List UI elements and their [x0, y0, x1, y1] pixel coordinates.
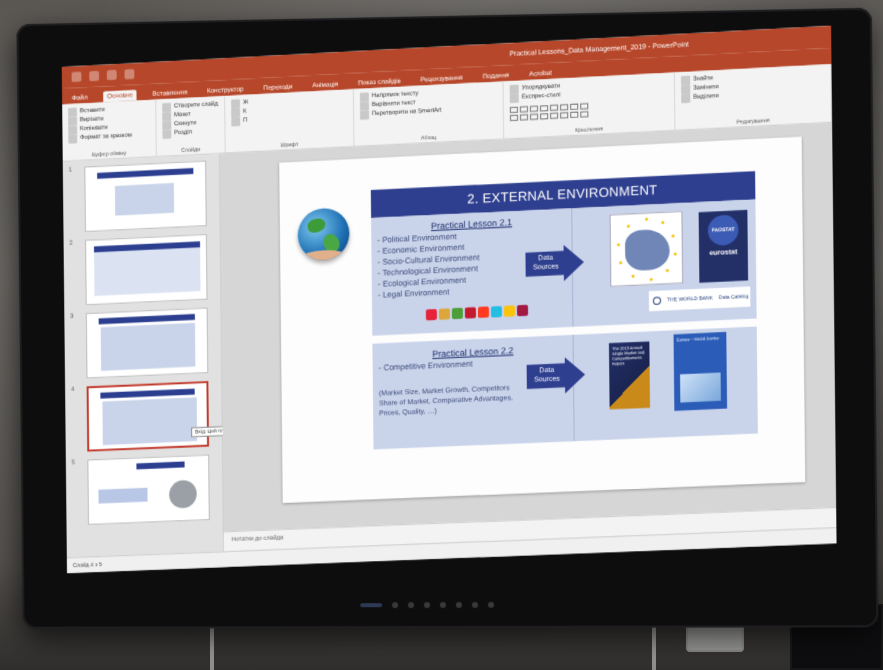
sdg-icon: [516, 304, 529, 317]
tv-screen: Practical Lessons_Data Management_2019 -…: [61, 25, 837, 574]
photo-scene: Practical Lessons_Data Management_2019 -…: [0, 0, 883, 670]
data-sources-arrow: Data Sources: [526, 356, 586, 395]
arrow-label: Data Sources: [532, 254, 559, 272]
ribbon-button-label: Ж: [242, 99, 249, 106]
shapes-gallery[interactable]: [509, 99, 668, 122]
list-item: - Legal Environment: [377, 287, 450, 300]
lesson-title-1: Practical Lesson 2.1: [430, 217, 513, 232]
list-item: - Competitive Environment: [378, 359, 473, 373]
tv-button[interactable]: [487, 601, 495, 608]
worldbank-label: THE WORLD BANK: [667, 295, 713, 304]
thumb-number: 5: [71, 460, 76, 467]
ribbon-button-label: К: [243, 108, 247, 115]
lesson-title-2: Practical Lesson 2.2: [432, 345, 514, 360]
competitive-note: (Market Size, Market Growth, Competitors…: [378, 384, 513, 418]
thumb-block: [102, 397, 198, 446]
ribbon-button-icon: [162, 129, 172, 139]
thumb-number: 3: [70, 313, 74, 320]
ribbon-button[interactable]: Розділ: [162, 127, 218, 139]
sdg-icon: [503, 305, 516, 317]
thumb-number: 2: [69, 240, 73, 247]
ribbon-button-icon: [509, 93, 519, 104]
current-slide[interactable]: 2. EXTERNAL ENVIRONMENT Practical Lesson…: [279, 136, 806, 504]
thumb-title-bar: [136, 461, 185, 470]
report-image: [680, 372, 721, 403]
tv-button[interactable]: [439, 602, 446, 609]
undo-icon[interactable]: [89, 70, 100, 82]
ribbon-group: Ж К П Шрифт: [225, 89, 355, 154]
ribbon-group: Вставити Вирізати Копіювати Формат за зразк…: [62, 99, 157, 162]
ribbon-group: Упорядкувати Експрес-стилі Креслення: [503, 72, 676, 140]
ribbon-button-label: Експрес-стилі: [521, 92, 561, 101]
slide-thumbnail-1[interactable]: [84, 160, 207, 232]
eu-map-image: [609, 211, 684, 287]
thumb-title-bar: [97, 168, 194, 179]
report-cover-2: Europe – Social Justice: [673, 331, 728, 411]
ribbon-button-icon: [68, 134, 78, 144]
eurostat-image: FAOSTAT eurostat: [698, 209, 749, 283]
arrow-label: Data Sources: [533, 366, 560, 384]
tv-button[interactable]: [392, 602, 399, 609]
report-cover-1: The 2019 Annual Single Market and Compet…: [608, 341, 651, 410]
save-icon[interactable]: [71, 71, 82, 83]
thumb-block: [114, 182, 175, 216]
faostat-logo: FAOSTAT: [707, 214, 739, 247]
tv-button[interactable]: [423, 602, 431, 609]
tv-front-panel: [199, 599, 658, 610]
sdg-icon: [425, 308, 437, 321]
slide-thumbnail-4[interactable]: [86, 380, 210, 452]
sdg-icon: [477, 306, 489, 319]
ribbon-group: Створити слайд Макет Скинути Розділ Слайди: [156, 95, 226, 158]
slide-counter: Слайд 4 з 5: [72, 561, 102, 569]
data-sources-arrow: Data Sources: [525, 243, 585, 283]
sdg-icon: [464, 307, 476, 319]
list-item: - Ecological Environment: [377, 275, 467, 289]
ribbon-button-label: Формат за зразком: [80, 132, 133, 142]
tv-button[interactable]: [471, 601, 479, 608]
ribbon-group: Знайти Замінити Виділити Редагування: [674, 64, 833, 131]
tv-led: [360, 603, 383, 608]
slide-thumbnail-3[interactable]: [85, 307, 209, 379]
sdg-icon: [490, 305, 503, 318]
slide-editing-area: 2. EXTERNAL ENVIRONMENT Practical Lesson…: [219, 122, 837, 532]
worldbank-icon: [652, 296, 662, 306]
tv-button[interactable]: [455, 601, 462, 608]
eurostat-label: eurostat: [709, 248, 738, 258]
ribbon-button-icon: [231, 117, 241, 127]
ribbon-button-icon: [360, 110, 370, 120]
globe-icon: [297, 207, 350, 262]
lesson-panel-1: Practical Lesson 2.1 - Political Environ…: [371, 199, 757, 336]
quick-access-toolbar: [71, 68, 135, 83]
thumb-block: [100, 322, 196, 371]
slide-thumbnails: 1 2 3 4 Вхід: Цей 5: [62, 153, 265, 558]
report-title: Europe – Social Justice: [676, 335, 720, 343]
thumb-block: [169, 479, 197, 509]
window-title: Practical Lessons_Data Management_2019 -…: [509, 40, 689, 58]
sdg-icons: [425, 304, 529, 321]
slide-thumbnail-2[interactable]: [85, 233, 208, 306]
ribbon-button-label: Виділити: [693, 93, 719, 101]
ribbon-group: Напрямок тексту Вирівняти текст Перетворит…: [353, 81, 505, 148]
present-icon[interactable]: [124, 68, 135, 80]
lesson-panel-2: Practical Lesson 2.2 - Competitive Envir…: [372, 326, 758, 450]
ribbon-button-icon: [681, 93, 691, 104]
sdg-icon: [451, 307, 463, 320]
thumb-block: [98, 487, 148, 504]
ribbon-button-label: Розділ: [174, 129, 192, 137]
sdg-icon: [438, 308, 450, 320]
slide-thumbnail-5[interactable]: [87, 454, 210, 525]
ribbon-button-label: П: [243, 117, 248, 124]
thumb-number: 1: [68, 167, 73, 174]
tv-button[interactable]: [407, 602, 415, 609]
worldbank-banner: THE WORLD BANK Data Catalog: [648, 286, 751, 312]
worldbank-tag: Data Catalog: [718, 293, 749, 302]
thumb-number: 4: [70, 386, 75, 393]
redo-icon[interactable]: [106, 69, 117, 81]
tv-monitor: Practical Lessons_Data Management_2019 -…: [16, 7, 879, 629]
